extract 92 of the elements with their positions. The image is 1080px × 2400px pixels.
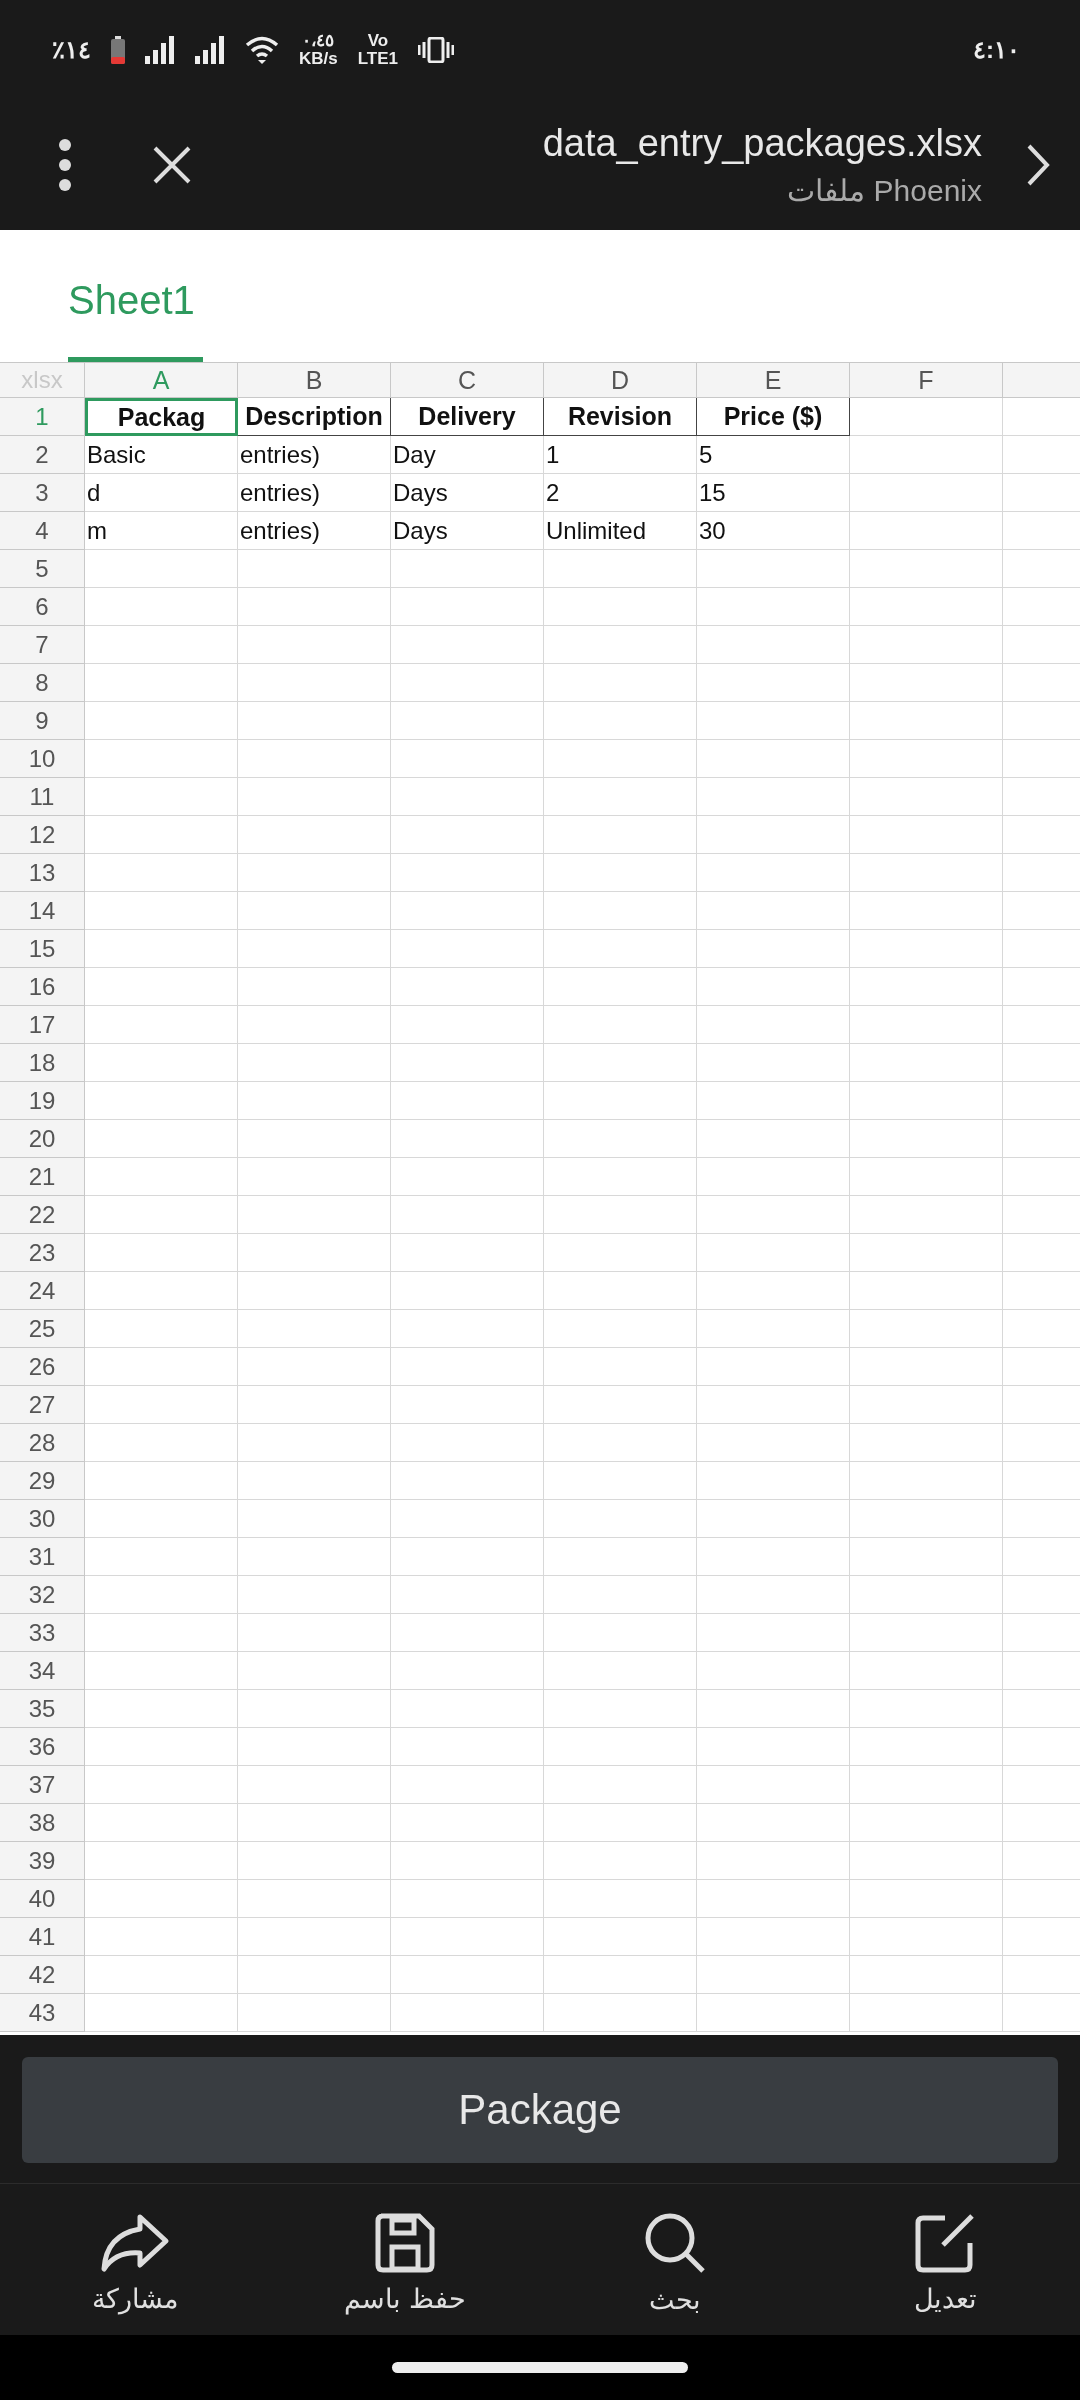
toolbar-label[interactable]: بحث: [649, 2283, 701, 2316]
row-header[interactable]: 2: [0, 436, 85, 474]
row-header[interactable]: 32: [0, 1576, 85, 1614]
table-cell: Basic: [85, 436, 238, 474]
row-header[interactable]: 35: [0, 1690, 85, 1728]
row-header[interactable]: 23: [0, 1234, 85, 1272]
row-header[interactable]: 33: [0, 1614, 85, 1652]
table-cell: entries): [238, 512, 391, 550]
row-header[interactable]: 37: [0, 1766, 85, 1804]
header-cell: Packag: [85, 398, 238, 436]
header-cell: Price ($): [697, 398, 850, 436]
table-cell: Days: [391, 474, 544, 512]
row-header[interactable]: 26: [0, 1348, 85, 1386]
column-header[interactable]: B: [238, 362, 391, 398]
clock: ٤:١٠: [973, 36, 1020, 64]
file-title: data_entry_packages.xlsx: [542, 122, 982, 165]
row-header[interactable]: 42: [0, 1956, 85, 1994]
speed-value: ٠،٤٥: [302, 32, 335, 50]
row-header[interactable]: 14: [0, 892, 85, 930]
row-header[interactable]: 15: [0, 930, 85, 968]
row-header[interactable]: 38: [0, 1804, 85, 1842]
save-icon[interactable]: [375, 2212, 435, 2273]
speed-unit: KB/s: [299, 50, 338, 68]
column-header[interactable]: F: [850, 362, 1003, 398]
volte-label: Vo: [367, 32, 389, 50]
table-cell: 30: [697, 512, 850, 550]
table-cell: Day: [391, 436, 544, 474]
row-header[interactable]: 36: [0, 1728, 85, 1766]
column-header[interactable]: C: [391, 362, 544, 398]
row-header[interactable]: 25: [0, 1310, 85, 1348]
header-cell: Revision: [544, 398, 697, 436]
share-icon[interactable]: [100, 2212, 170, 2273]
row-header[interactable]: 40: [0, 1880, 85, 1918]
row-header[interactable]: 21: [0, 1158, 85, 1196]
table-cell: Unlimited: [544, 512, 697, 550]
row-header[interactable]: 30: [0, 1500, 85, 1538]
table-cell: 15: [697, 474, 850, 512]
edit-icon[interactable]: [915, 2212, 975, 2273]
network-label: LTE1: [357, 50, 399, 68]
wifi-icon: [245, 36, 279, 64]
column-header[interactable]: D: [544, 362, 697, 398]
signal-icon: [195, 36, 225, 64]
row-header[interactable]: 28: [0, 1424, 85, 1462]
vibrate-icon: [418, 37, 455, 63]
toolbar-label[interactable]: حفظ باسم: [344, 2282, 466, 2315]
row-header[interactable]: 4: [0, 512, 85, 550]
row-header[interactable]: 20: [0, 1120, 85, 1158]
header-cell: Description: [238, 398, 391, 436]
row-header[interactable]: 24: [0, 1272, 85, 1310]
row-header[interactable]: 3: [0, 474, 85, 512]
search-icon[interactable]: [644, 2211, 706, 2274]
close-icon[interactable]: [152, 145, 192, 185]
row-header[interactable]: 8: [0, 664, 85, 702]
row-header[interactable]: 10: [0, 740, 85, 778]
row-header[interactable]: 9: [0, 702, 85, 740]
table-cell: m: [85, 512, 238, 550]
row-header[interactable]: 13: [0, 854, 85, 892]
row-header[interactable]: 39: [0, 1842, 85, 1880]
more-menu-icon[interactable]: [58, 139, 72, 191]
row-header[interactable]: 12: [0, 816, 85, 854]
row-header[interactable]: 31: [0, 1538, 85, 1576]
table-cell: d: [85, 474, 238, 512]
header-cell: Delivery: [391, 398, 544, 436]
row-header[interactable]: 22: [0, 1196, 85, 1234]
row-header[interactable]: 11: [0, 778, 85, 816]
row-header[interactable]: 27: [0, 1386, 85, 1424]
cell-content-bar[interactable]: Package: [22, 2057, 1058, 2163]
battery-percent: ٪١٤: [52, 36, 91, 64]
table-cell: Days: [391, 512, 544, 550]
row-header[interactable]: 19: [0, 1082, 85, 1120]
row-header[interactable]: 18: [0, 1044, 85, 1082]
battery-icon: [111, 36, 125, 64]
file-location: ملفات Phoenix: [787, 173, 982, 208]
row-header[interactable]: 29: [0, 1462, 85, 1500]
table-cell: 2: [544, 474, 697, 512]
row-header[interactable]: 5: [0, 550, 85, 588]
row-header[interactable]: 43: [0, 1994, 85, 2032]
row-header[interactable]: 17: [0, 1006, 85, 1044]
column-header[interactable]: E: [697, 362, 850, 398]
row-header[interactable]: 16: [0, 968, 85, 1006]
table-cell: 5: [697, 436, 850, 474]
row-header[interactable]: 34: [0, 1652, 85, 1690]
row-header[interactable]: 6: [0, 588, 85, 626]
row-header[interactable]: 41: [0, 1918, 85, 1956]
row-header[interactable]: 7: [0, 626, 85, 664]
chevron-right-icon[interactable]: [1026, 143, 1050, 187]
toolbar-label[interactable]: تعديل: [913, 2282, 977, 2315]
table-cell: entries): [238, 436, 391, 474]
table-cell: entries): [238, 474, 391, 512]
signal-icon: [145, 36, 175, 64]
toolbar-label[interactable]: مشاركة: [92, 2282, 178, 2315]
table-cell: 1: [544, 436, 697, 474]
